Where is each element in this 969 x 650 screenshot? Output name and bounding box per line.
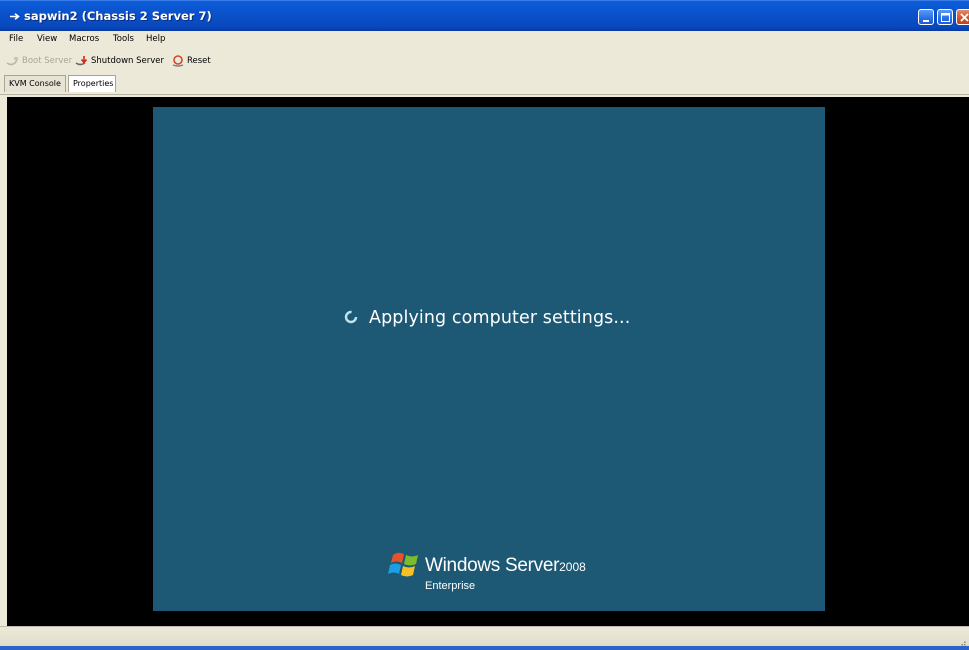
- os-brand: Windows Server2008: [425, 555, 586, 577]
- os-brand-version: 2008: [559, 560, 586, 574]
- shutdown-server-label: Shutdown Server: [91, 55, 165, 66]
- os-edition: Enterprise: [425, 580, 476, 592]
- reset-label: Reset: [187, 55, 211, 66]
- remote-screen[interactable]: [153, 107, 825, 611]
- menu-help[interactable]: Help: [146, 34, 165, 44]
- close-button[interactable]: [956, 9, 969, 25]
- boot-status-text: Applying computer settings...: [369, 308, 631, 328]
- window-bottom-border: [0, 646, 969, 650]
- maximize-icon: [941, 13, 950, 22]
- minimize-icon: [923, 20, 929, 22]
- tab-kvm-console[interactable]: KVM Console: [4, 75, 66, 92]
- window-title-bar[interactable]: sapwin2 (Chassis 2 Server 7): [0, 0, 969, 31]
- window-title: sapwin2 (Chassis 2 Server 7): [24, 9, 212, 23]
- tab-strip: KVM Console Properties: [0, 72, 969, 95]
- menu-bar: File View Macros Tools Help: [0, 31, 969, 48]
- reset-icon: [172, 54, 184, 67]
- os-brand-name: Windows Server: [425, 555, 560, 576]
- shutdown-server-button[interactable]: Shutdown Server: [75, 54, 164, 67]
- toolbar: Boot Server Shutdown Server Reset: [0, 48, 969, 72]
- reset-button[interactable]: Reset: [171, 54, 211, 67]
- menu-macros[interactable]: Macros: [69, 34, 99, 44]
- menu-view[interactable]: View: [37, 34, 57, 44]
- loading-spinner-icon: [344, 310, 358, 324]
- power-on-icon: [6, 56, 18, 65]
- menu-file[interactable]: File: [9, 34, 23, 44]
- tab-properties[interactable]: Properties: [68, 75, 116, 92]
- boot-server-label: Boot Server: [22, 55, 73, 66]
- boot-server-button[interactable]: Boot Server: [6, 54, 72, 67]
- menu-tools[interactable]: Tools: [113, 34, 134, 44]
- shutdown-icon: [75, 55, 88, 65]
- windows-logo-icon: [388, 552, 418, 577]
- close-icon: [960, 13, 969, 22]
- minimize-button[interactable]: [918, 9, 934, 25]
- app-arrow-icon: [10, 13, 20, 20]
- maximize-button[interactable]: [937, 9, 953, 25]
